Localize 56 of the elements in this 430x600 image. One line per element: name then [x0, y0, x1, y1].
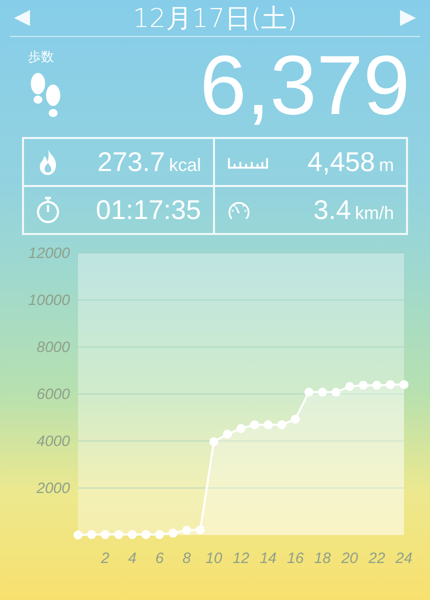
x-axis-label: 22 — [368, 550, 386, 567]
stat-value: 273.7 — [97, 146, 165, 178]
data-point — [372, 380, 382, 390]
x-axis-label: 8 — [182, 550, 191, 567]
data-point — [304, 388, 314, 397]
previous-day-icon[interactable] — [12, 8, 32, 28]
data-point — [74, 530, 82, 540]
x-axis-label: 6 — [155, 550, 164, 567]
data-point — [222, 430, 232, 439]
stat-value: 01:17:35 — [96, 194, 201, 226]
x-axis-label: 12 — [232, 550, 250, 567]
x-axis-label: 24 — [396, 550, 412, 567]
data-point — [114, 530, 124, 540]
data-point — [155, 530, 164, 540]
data-point — [87, 530, 96, 540]
data-point — [196, 525, 205, 534]
stat-unit: m — [379, 154, 394, 176]
stopwatch-icon — [36, 196, 60, 224]
stat-value: 3.4 — [313, 194, 351, 226]
data-point — [277, 420, 286, 430]
next-day-icon[interactable] — [398, 8, 418, 28]
data-point — [141, 530, 150, 540]
stat-value: 4,458 — [307, 146, 375, 178]
data-point — [128, 530, 137, 540]
y-axis-label: 8000 — [36, 339, 70, 356]
data-point — [209, 437, 218, 446]
y-axis-label: 6000 — [36, 386, 70, 403]
data-point — [264, 420, 273, 430]
x-axis-label: 16 — [287, 550, 304, 567]
stat-unit: km/h — [354, 202, 394, 224]
x-axis-label: 10 — [206, 550, 222, 567]
x-axis-label: 2 — [101, 550, 110, 567]
data-point — [358, 380, 368, 390]
y-axis-label: 4000 — [36, 433, 70, 450]
y-axis-label: 12000 — [28, 245, 70, 262]
data-point — [182, 526, 192, 535]
data-point — [386, 380, 395, 390]
data-point — [400, 380, 408, 390]
data-point — [236, 424, 246, 434]
y-axis-label: 2000 — [36, 480, 70, 497]
x-axis-label: 4 — [128, 550, 136, 567]
x-axis-label: 18 — [314, 550, 331, 567]
data-point — [290, 414, 300, 424]
y-axis-label: 10000 — [28, 292, 70, 309]
stat-unit: kcal — [168, 154, 201, 176]
data-point — [250, 420, 260, 430]
data-point — [345, 382, 354, 391]
date-title: 12月17日(土) — [132, 2, 298, 36]
data-point — [332, 388, 341, 397]
x-axis-label: 20 — [341, 550, 358, 567]
steps-label: 歩数 — [28, 49, 54, 66]
data-point — [318, 388, 327, 397]
x-axis-label: 14 — [260, 550, 276, 567]
data-point — [100, 530, 110, 540]
data-point — [168, 528, 178, 538]
step-count: 6,379 — [200, 43, 410, 127]
